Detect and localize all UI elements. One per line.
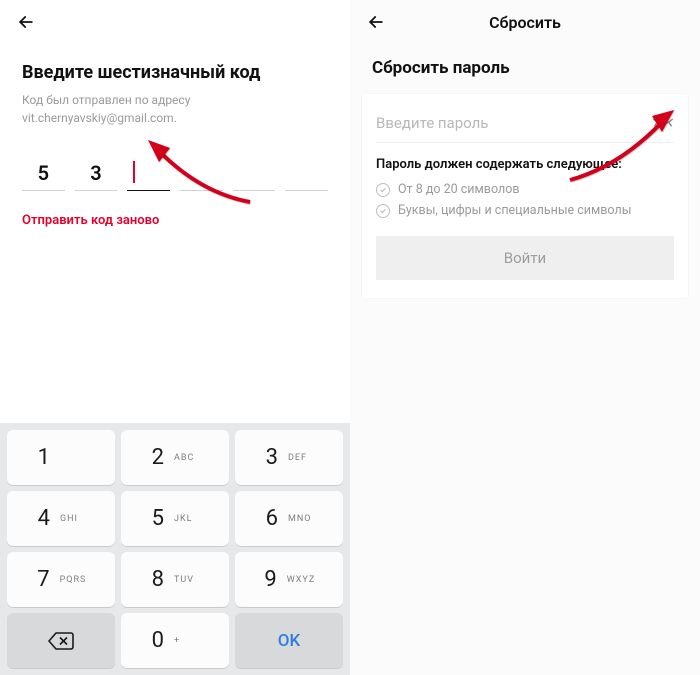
- back-arrow-icon: [16, 12, 36, 32]
- login-button[interactable]: Войти: [376, 236, 674, 280]
- code-subtitle: Код был отправлен по адресу vit.chernyav…: [22, 91, 328, 127]
- keypad-key-5[interactable]: 5 JKL: [121, 491, 229, 546]
- rule-text: Буквы, цифры и специальные символы: [398, 203, 631, 218]
- key-letters: JKL: [174, 514, 200, 524]
- code-input-row[interactable]: 53: [22, 155, 328, 191]
- key-letters: +: [174, 636, 200, 646]
- keypad-key-7[interactable]: 7 PQRS: [7, 552, 115, 607]
- password-rule: От 8 до 20 символов: [376, 182, 674, 197]
- reset-heading: Сбросить пароль: [350, 44, 700, 88]
- password-rules-title: Пароль должен содержать следующее:: [376, 157, 674, 172]
- ok-label: OK: [278, 631, 300, 651]
- key-letters: MNO: [288, 514, 314, 524]
- subtitle-suffix: .: [174, 111, 177, 125]
- key-letters: DEF: [288, 453, 314, 463]
- code-digit-4[interactable]: [180, 155, 223, 191]
- keypad-key-9[interactable]: 9 WXYZ: [235, 552, 343, 607]
- subtitle-prefix: Код был отправлен по адресу: [22, 93, 190, 107]
- code-digit-6[interactable]: [285, 155, 328, 191]
- key-digit: 1: [36, 445, 50, 470]
- code-digit-1[interactable]: 5: [22, 155, 65, 191]
- numeric-keypad: 12ABC3DEF4GHI5JKL6MNO7PQRS8TUV9WXYZ 0 + …: [0, 423, 350, 675]
- keypad-key-6[interactable]: 6 MNO: [235, 491, 343, 546]
- backspace-icon: [48, 632, 74, 650]
- password-placeholder: Введите пароль: [376, 114, 652, 132]
- keypad-key-4[interactable]: 4 GHI: [7, 491, 115, 546]
- keypad-backspace[interactable]: [7, 613, 115, 668]
- key-letters: PQRS: [60, 575, 87, 585]
- keypad-key-0[interactable]: 0 +: [121, 613, 229, 668]
- password-input[interactable]: Введите пароль: [376, 108, 674, 143]
- keypad-key-1[interactable]: 1: [7, 430, 115, 485]
- keypad-key-8[interactable]: 8 TUV: [121, 552, 229, 607]
- toggle-visibility-icon[interactable]: [652, 116, 674, 130]
- key-digit: 8: [150, 567, 164, 592]
- keypad-ok[interactable]: OK: [235, 613, 343, 668]
- key-digit: 3: [264, 445, 278, 470]
- caret: [133, 161, 135, 183]
- key-digit: 7: [36, 567, 50, 592]
- key-digit: 2: [150, 445, 164, 470]
- key-digit: 9: [263, 567, 277, 592]
- subtitle-email: vit.chernyavskiy@gmail.com: [22, 111, 174, 125]
- keypad-key-3[interactable]: 3 DEF: [235, 430, 343, 485]
- code-title: Введите шестизначный код: [22, 62, 328, 83]
- password-rule: Буквы, цифры и специальные символы: [376, 203, 674, 218]
- key-letters: TUV: [174, 575, 200, 585]
- key-digit: 6: [264, 506, 278, 531]
- key-digit: 0: [150, 628, 164, 653]
- topbar-right: Сбросить: [350, 0, 700, 44]
- code-entry-pane: Введите шестизначный код Код был отправл…: [0, 0, 350, 675]
- key-letters: GHI: [60, 514, 86, 524]
- code-digit-2[interactable]: 3: [75, 155, 118, 191]
- check-icon: [376, 183, 390, 197]
- key-letters: ABC: [174, 453, 200, 463]
- key-letters: WXYZ: [287, 575, 315, 585]
- rule-text: От 8 до 20 символов: [398, 182, 519, 197]
- key-digit: 5: [150, 506, 164, 531]
- topbar-left: [0, 0, 350, 44]
- password-card: Введите пароль Пароль должен содержать с…: [362, 94, 688, 298]
- back-button[interactable]: [14, 10, 38, 34]
- code-digit-5[interactable]: [233, 155, 276, 191]
- keypad-key-2[interactable]: 2 ABC: [121, 430, 229, 485]
- reset-password-pane: Сбросить Сбросить пароль Введите пароль …: [350, 0, 700, 675]
- check-icon: [376, 204, 390, 218]
- key-digit: 4: [36, 506, 50, 531]
- code-digit-3[interactable]: [127, 155, 170, 191]
- topbar-title: Сбросить: [364, 13, 686, 32]
- resend-code-link[interactable]: Отправить код заново: [22, 213, 328, 228]
